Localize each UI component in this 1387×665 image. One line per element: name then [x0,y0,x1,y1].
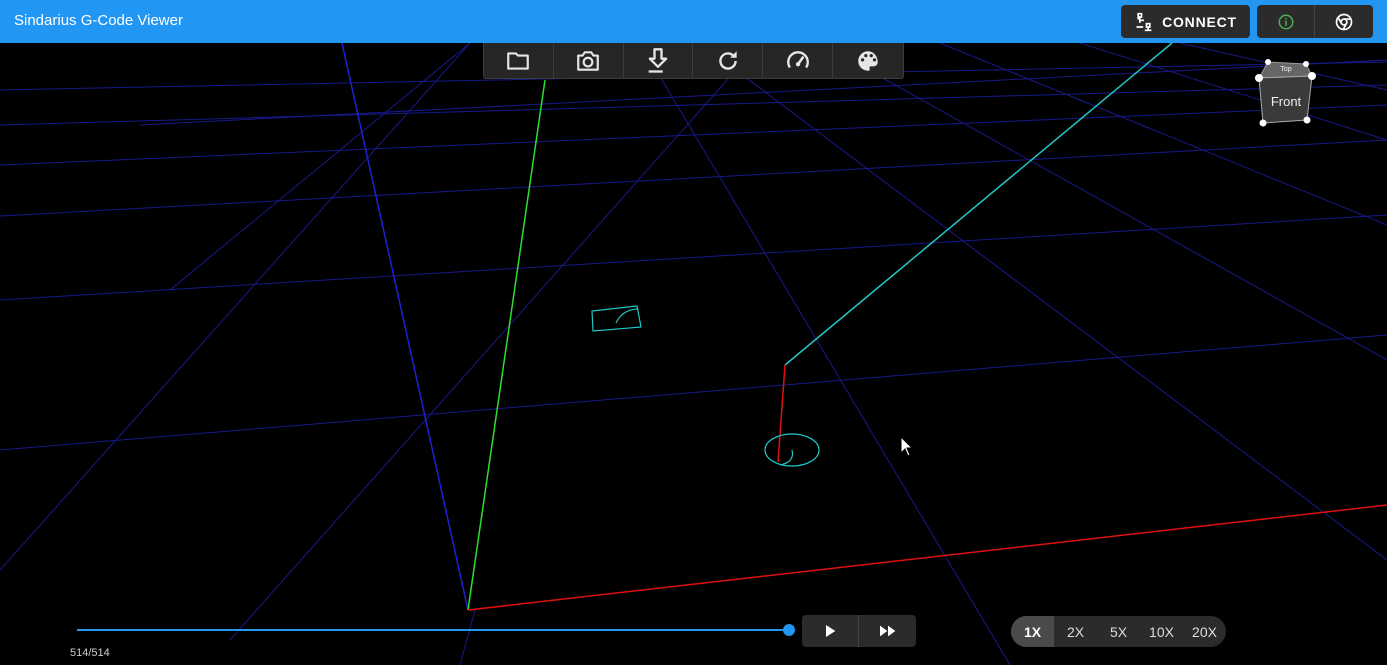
lan-connect-icon [1136,12,1152,31]
open-file-button[interactable] [484,43,554,78]
screenshot-button[interactable] [554,43,624,78]
chrome-icon [1335,13,1353,30]
reset-view-button[interactable] [693,43,764,78]
travel-move [777,364,786,463]
fast-forward-icon [879,625,895,637]
refresh-icon [719,50,737,70]
colors-button[interactable] [833,43,903,78]
speed-option-2x[interactable]: 2X [1054,616,1097,647]
speed-option-20x[interactable]: 20X [1183,616,1226,647]
folder-icon [507,51,530,70]
cube-front-label[interactable]: Front [1271,94,1302,109]
performance-button[interactable] [763,43,834,78]
mouse-cursor-icon [900,436,914,457]
progress-counter: 514/514 [70,647,110,659]
speed-option-10x[interactable]: 10X [1140,616,1183,647]
speed-option-1x[interactable]: 1X [1011,616,1054,647]
info-button[interactable] [1257,5,1315,38]
x-axis [467,504,1387,611]
view-cube[interactable]: Top Front [1250,54,1322,130]
fast-forward-button[interactable] [859,615,916,647]
app-bar: Sindarius G-Code Viewer CONNECT [0,0,1387,43]
playback-controls [802,615,916,647]
toolpath-arc-small [615,308,638,324]
playback-slider-thumb[interactable] [783,624,795,636]
toolpath-line [784,43,1173,366]
camera-icon [577,50,600,71]
playback-slider[interactable] [77,624,795,636]
3d-viewport[interactable] [0,43,1387,665]
download-icon [648,47,668,73]
toolpath-spiral [779,449,794,466]
play-button[interactable] [802,615,859,647]
download-button[interactable] [624,43,694,78]
connect-label: CONNECT [1162,13,1237,30]
speed-option-5x[interactable]: 5X [1097,616,1140,647]
speed-selector: 1X 2X 5X 10X 20X [1011,616,1226,647]
playback-slider-track [77,629,789,631]
speedometer-icon [786,50,809,68]
z-axis [341,43,469,611]
chrome-button[interactable] [1315,5,1373,38]
viewer-toolbar [483,43,904,79]
grid-lines [0,43,1387,665]
play-icon [826,625,836,637]
connect-button[interactable]: CONNECT [1121,5,1250,38]
palette-icon [858,50,878,71]
info-icon [1278,14,1293,29]
scene-canvas[interactable] [0,43,1387,665]
y-axis [467,79,546,611]
cube-top-label[interactable]: Top [1280,66,1291,73]
app-title: Sindarius G-Code Viewer [14,12,183,29]
